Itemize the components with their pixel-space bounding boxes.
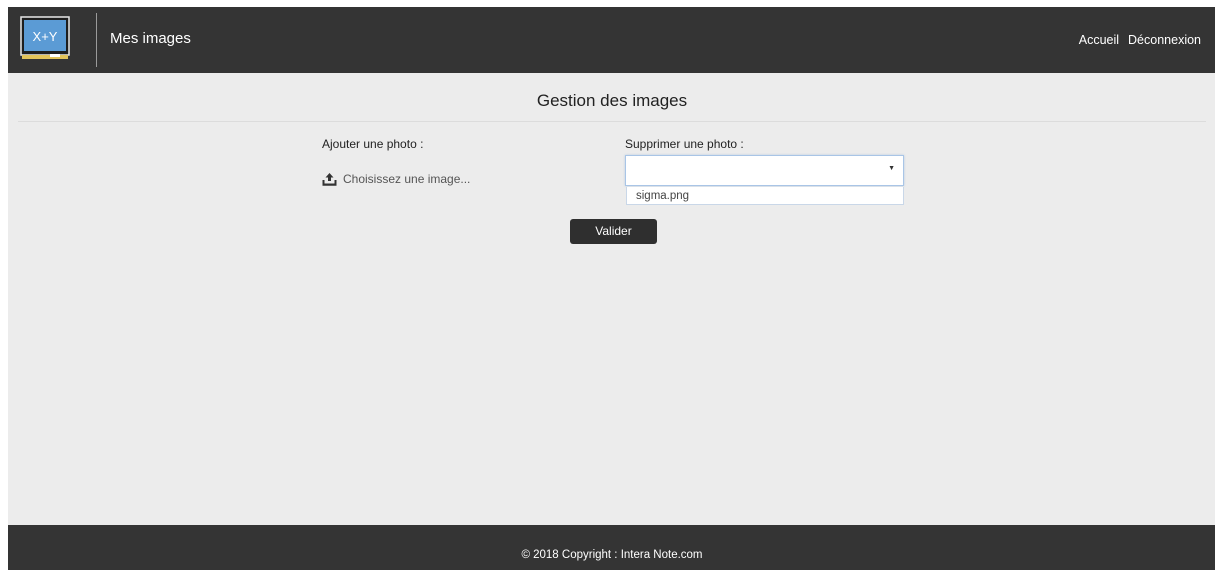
footer: © 2018 Copyright : Intera Note.com — [8, 525, 1215, 570]
logo[interactable]: X+Y — [20, 16, 70, 60]
select-dropdown-list: sigma.png — [626, 187, 904, 205]
add-photo-label: Ajouter une photo : — [322, 137, 424, 151]
dropdown-option[interactable]: sigma.png — [636, 189, 689, 203]
top-navbar: X+Y Mes images Accueil Déconnexion — [8, 7, 1215, 73]
upload-icon — [322, 172, 337, 186]
dropdown-arrow-icon: ▼ — [888, 165, 895, 172]
nav-link-logout[interactable]: Déconnexion — [1128, 32, 1201, 48]
header-divider — [96, 13, 97, 67]
app-title[interactable]: Mes images — [110, 29, 191, 49]
upload-text: Choisissez une image... — [343, 172, 471, 186]
app-frame: X+Y Mes images Accueil Déconnexion Gesti… — [8, 7, 1215, 570]
file-upload-button[interactable]: Choisissez une image... — [322, 171, 470, 187]
delete-photo-select[interactable]: ▼ — [625, 155, 904, 186]
delete-photo-label: Supprimer une photo : — [625, 137, 744, 151]
nav-link-home[interactable]: Accueil — [1079, 32, 1119, 48]
submit-button[interactable]: Valider — [570, 219, 657, 244]
footer-copyright: © 2018 Copyright : Intera Note.com — [521, 549, 703, 561]
header-nav: Accueil Déconnexion — [1079, 32, 1201, 48]
title-divider — [18, 121, 1206, 122]
page-title: Gestion des images — [536, 91, 688, 110]
logo-text: X+Y — [33, 29, 58, 44]
